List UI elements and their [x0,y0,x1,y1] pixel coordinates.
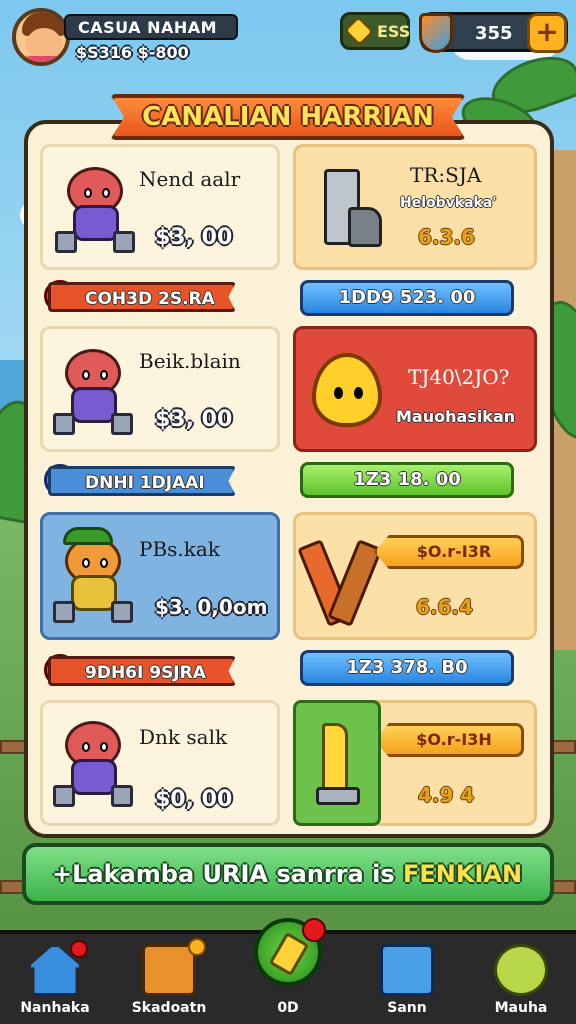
screen-icon [380,944,434,996]
ribbon-tag: COH3D 2S.RA [48,282,236,312]
nav-item-medal[interactable]: Mauha [466,934,576,1024]
nav-item-shop[interactable]: Skadoatn [114,934,224,1024]
item-price: $0, 00 [155,787,233,812]
nav-label: 0D [277,1000,299,1016]
claim-button-label: +Lakamba URIA sanrra is [52,860,395,888]
add-coins-button[interactable]: + [527,13,567,53]
ribbon-tag: DNHI 1DJAAI [48,466,236,496]
notification-dot [70,940,88,958]
nav-item-home[interactable]: Nanhaka [0,934,110,1024]
claim-button[interactable]: +Lakamba URIA sanrra is FENKIAN [22,843,554,905]
medal-icon [494,944,548,996]
shop-item-card[interactable]: Nend aalr $3, 00 [40,144,280,270]
machine-icon [318,161,388,251]
crate-icon [142,944,196,996]
center-action-button[interactable] [254,918,326,986]
nav-item-screen[interactable]: Sann [352,934,462,1024]
shop-title: CANALIAN HARRIAN [110,94,466,140]
player-avatar[interactable] [12,8,70,66]
character-icon [55,161,139,257]
coin-value: 355 [475,23,513,44]
center-icon [268,931,310,977]
character-icon [53,715,137,811]
price-bar[interactable]: 1DD9 523. 00 [300,280,514,316]
item-name: PBs.kak [139,537,220,561]
gem-counter[interactable]: ESS [340,12,410,50]
nav-label: Mauha [494,1000,548,1016]
shop-item-card[interactable]: $O.r-I3R 6.6.4 [293,512,537,640]
shop-item-card[interactable]: TR:SJA Helobvkaka' 6.3.6 [293,144,537,270]
coin-counter: 355 + [419,12,568,53]
drill-icon [310,717,370,813]
torch-icon [297,527,386,627]
item-price: $3, 00 [155,407,233,432]
price-bar[interactable]: 1Z3 378. B0 [300,650,514,686]
price-tag[interactable]: $O.r-I3R [374,535,524,569]
fox-character-icon [53,527,137,627]
nav-label: Sann [387,1000,427,1016]
drill-background [293,700,381,826]
ribbon-label: COH3D 2S.RA [85,289,215,309]
item-subtitle: Helobvkaka' [400,195,497,211]
shop-item-card-featured[interactable]: TJ40\2JO? Mauohasikan [293,326,537,452]
item-name: Beik.blain [139,349,241,373]
shop-item-card[interactable]: Dnk salk $0, 00 [40,700,280,826]
item-title: TR:SJA [410,163,482,187]
gem-icon [343,15,375,47]
shop-item-card-selected[interactable]: PBs.kak $3. 0,0om [40,512,280,640]
notification-dot [302,918,326,942]
item-subtitle: Mauohasikan [396,407,516,426]
item-name: Nend aalr [139,167,241,191]
ribbon-tag: 9DH6I 9SJRA [48,656,236,686]
item-value: 4.9 4 [418,783,475,807]
shop-item-card[interactable]: Beik.blain $3, 00 [40,326,280,452]
flame-icon [308,343,388,433]
item-name: Dnk salk [139,725,228,749]
claim-button-highlight: FENKIAN [402,860,523,888]
nav-label: Nanhaka [20,1000,90,1016]
price-tag[interactable]: $O.r-I3H [374,723,524,757]
item-value: 6.3.6 [418,225,475,249]
item-value: 6.6.4 [416,595,473,619]
player-name: CASUA NAHAM [64,14,238,40]
top-hud: CASUA NAHAM $S316 $-800 ESS 355 + [0,0,576,80]
gem-value: ESS [377,22,411,41]
price-bar[interactable]: 1Z3 18. 00 [300,462,514,498]
item-price: $3, 00 [155,225,233,250]
item-title: TJ40\2JO? [408,365,510,389]
shield-icon [419,13,453,53]
ribbon-label: 9DH6I 9SJRA [85,663,206,683]
character-icon [53,343,137,439]
nav-label: Skadoatn [131,1000,207,1016]
ribbon-label: DNHI 1DJAAI [85,473,205,493]
player-balance: $S316 $-800 [76,43,189,62]
item-price: $3. 0,0om [155,595,268,619]
notification-dot [188,938,206,956]
